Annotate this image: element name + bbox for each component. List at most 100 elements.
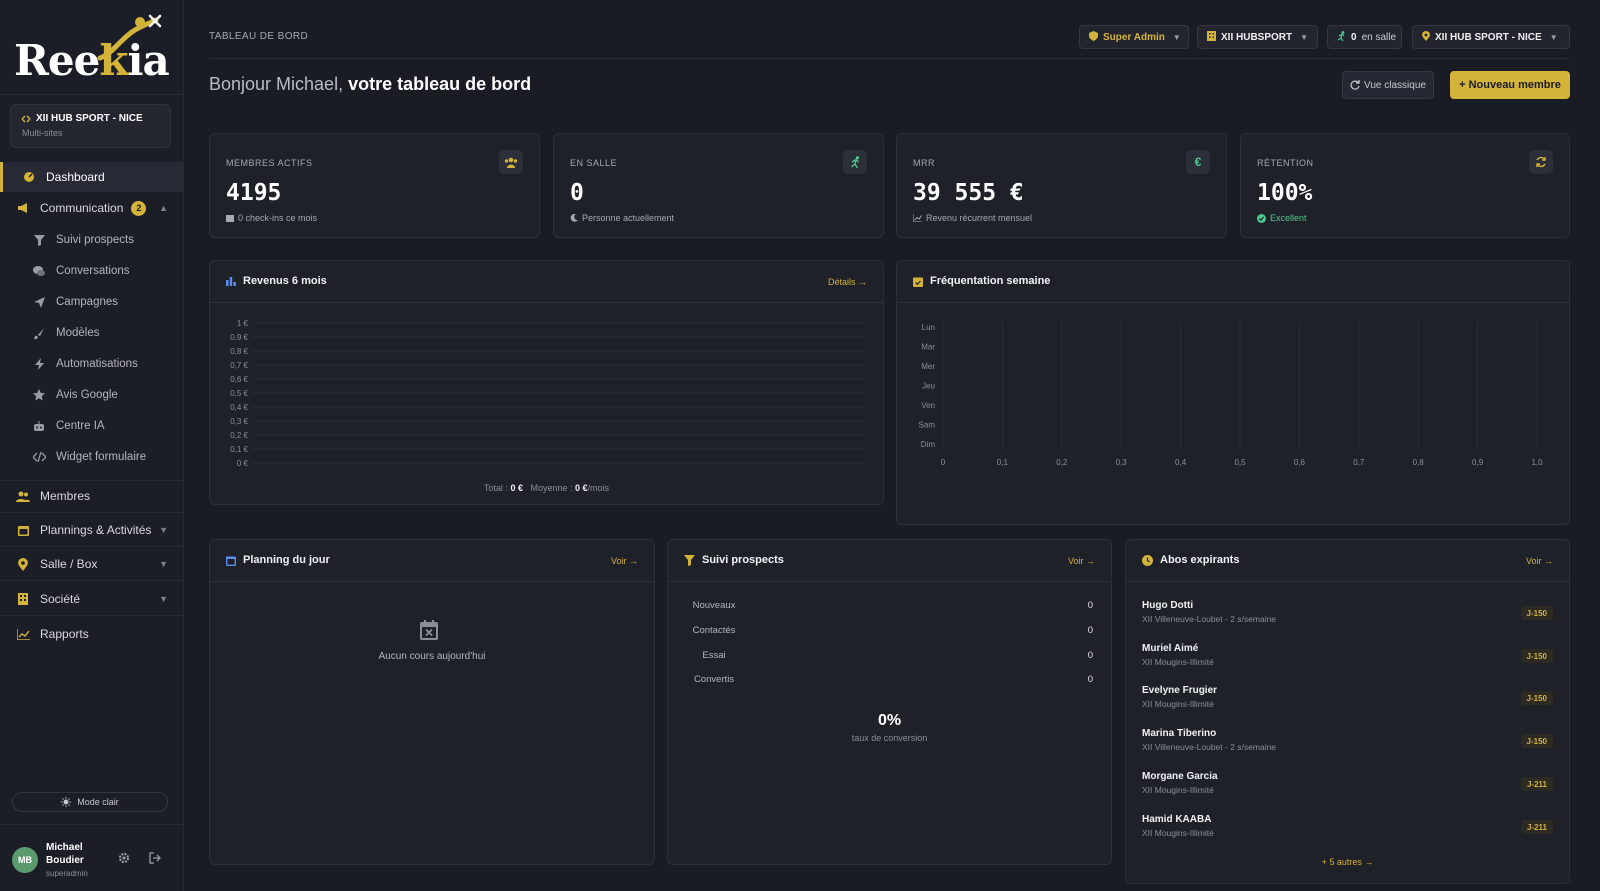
paper-plane-icon	[32, 295, 46, 309]
conversion-label: taux de conversion	[851, 733, 928, 743]
org-selector[interactable]: XII HUBSPORT ▼	[1197, 25, 1318, 49]
x-tick-label: 0	[941, 458, 946, 467]
site-name: XII HUB SPORT - NICE	[21, 113, 160, 124]
list-item[interactable]: Muriel Aimé XII Mougins-Illimité J-150	[1142, 643, 1553, 679]
sidebar-item-centre-ia[interactable]: Centre IA	[0, 411, 184, 441]
sidebar-item-membres[interactable]: Membres	[0, 481, 184, 511]
divider	[1126, 581, 1569, 582]
refresh-icon	[1529, 150, 1553, 174]
view-subscriptions-link[interactable]: Voir →	[1526, 556, 1553, 566]
avatar[interactable]: MB	[12, 847, 38, 873]
member-subscription: XII Mougins-Illimité	[1142, 785, 1214, 795]
list-item[interactable]: Hamid KAABA XII Mougins-Illimité J-211	[1142, 814, 1553, 850]
sidebar-item-rapports[interactable]: Rapports	[0, 619, 184, 649]
light-mode-toggle[interactable]: Mode clair	[12, 792, 168, 812]
in-gym-label: en salle	[1361, 31, 1397, 43]
filter-icon	[684, 554, 695, 566]
empty-state-text: Aucun cours aujourd'hui	[378, 651, 486, 662]
total-label: Total :	[483, 483, 508, 493]
panel-title-text: Abos expirants	[1160, 554, 1240, 566]
logo-text: Reekia	[14, 36, 170, 85]
panel-title-text: Suivi prospects	[702, 554, 784, 566]
x-tick-label: 0,4	[1175, 458, 1187, 467]
sidebar-item-salle-box[interactable]: Salle / Box ▼	[0, 549, 184, 579]
sidebar-item-plannings[interactable]: Plannings & Activités ▼	[0, 515, 184, 545]
code-icon	[32, 450, 46, 464]
list-item[interactable]: Morgane Garcia XII Mougins-Illimité J-21…	[1142, 771, 1553, 807]
x-tick-label: 0,2	[1056, 458, 1068, 467]
users-icon	[16, 489, 30, 503]
member-name: Marina Tiberino	[1142, 728, 1217, 739]
sidebar-item-label: Avis Google	[56, 389, 118, 401]
conversion-rate: 0%	[877, 712, 902, 729]
sidebar-item-label: Conversations	[56, 265, 130, 277]
calendar-check-icon	[913, 277, 923, 287]
chevron-up-icon: ▲	[159, 203, 168, 213]
stat-note: Excellent	[1257, 213, 1307, 223]
reekia-logo[interactable]: Reekia	[14, 14, 170, 85]
users-icon	[499, 150, 523, 174]
chart-line-icon	[913, 214, 922, 222]
view-planning-link[interactable]: Voir →	[611, 556, 638, 566]
list-item[interactable]: Evelyne Frugier XII Mougins-Illimité J-1…	[1142, 685, 1553, 721]
sidebar-item-suivi-prospects[interactable]: Suivi prospects	[0, 225, 184, 255]
org-label: XII HUBSPORT	[1221, 31, 1293, 43]
days-left-badge: J-150	[1520, 649, 1553, 663]
settings-button[interactable]	[118, 852, 130, 867]
more-link[interactable]: + 5 autres →	[1126, 857, 1569, 867]
role-selector[interactable]: Super Admin ▼	[1079, 25, 1189, 49]
panel-title-text: Revenus 6 mois	[243, 275, 327, 287]
y-tick-label: 0,8 €	[230, 347, 248, 356]
sidebar-item-modeles[interactable]: Modèles	[0, 318, 184, 348]
in-gym-count: 0	[1351, 31, 1357, 43]
list-item[interactable]: Hugo Dotti XII Villeneuve-Loubet - 2 s/s…	[1142, 600, 1553, 636]
brush-icon	[32, 326, 46, 340]
funnel-value: 0	[1087, 674, 1093, 685]
logout-button[interactable]	[149, 852, 161, 867]
x-tick-label: 0,6	[1294, 458, 1306, 467]
funnel-row: Convertis 0	[684, 674, 1093, 694]
y-tick-label: 0,9 €	[230, 333, 248, 342]
sidebar-item-label: Modèles	[56, 327, 100, 339]
site-selector[interactable]: XII HUB SPORT - NICE ▼	[1412, 25, 1570, 49]
sidebar-item-automatisations[interactable]: Automatisations	[0, 349, 184, 379]
page-title: Bonjour Michael, votre tableau de bord	[209, 74, 531, 95]
chevron-down-icon: ▼	[1172, 32, 1181, 42]
shield-icon	[1089, 30, 1098, 44]
days-left-badge: J-150	[1520, 734, 1553, 748]
filter-icon	[32, 233, 46, 247]
in-gym-indicator[interactable]: 0 en salle	[1327, 25, 1402, 49]
sidebar-item-societe[interactable]: Société ▼	[0, 584, 184, 614]
funnel-label: Contactés	[692, 625, 736, 636]
stat-label: MEMBRES ACTIFS	[226, 158, 313, 168]
sidebar-item-conversations[interactable]: Conversations	[0, 256, 184, 286]
megaphone-icon	[16, 201, 30, 215]
sidebar-item-label: Suivi prospects	[56, 234, 134, 246]
sidebar-item-communication[interactable]: Communication 2 ▲	[0, 193, 184, 223]
list-item[interactable]: Marina Tiberino XII Villeneuve-Loubet - …	[1142, 728, 1553, 764]
divider	[0, 580, 184, 581]
new-member-button[interactable]: + Nouveau membre	[1450, 71, 1570, 99]
y-tick-label: 1 €	[237, 319, 249, 328]
y-category-label: Ven	[921, 401, 935, 410]
revenue-panel: Revenus 6 mois Détails → 1 € 0,9 € 0,8 € 0,…	[209, 260, 884, 505]
funnel-value: 0	[1087, 600, 1093, 611]
details-link[interactable]: Détails →	[828, 277, 867, 287]
sidebar-item-avis-google[interactable]: Avis Google	[0, 380, 184, 410]
sidebar-item-widget-formulaire[interactable]: Widget formulaire	[0, 442, 184, 472]
robot-icon	[32, 419, 46, 433]
sidebar-item-campagnes[interactable]: Campagnes	[0, 287, 184, 317]
user-role: superadmin	[46, 869, 88, 878]
panel-title: Revenus 6 mois	[226, 275, 327, 287]
clock-icon	[1142, 554, 1153, 566]
greeting-light: Bonjour Michael,	[209, 74, 344, 94]
member-name: Hugo Dotti	[1142, 600, 1194, 611]
site-switcher[interactable]: XII HUB SPORT - NICE Multi-sites	[10, 104, 171, 148]
sidebar-item-dashboard[interactable]: Dashboard	[0, 162, 184, 192]
y-category-label: Jeu	[922, 382, 935, 391]
view-prospects-link[interactable]: Voir →	[1068, 556, 1095, 566]
classic-view-button[interactable]: Vue classique	[1342, 71, 1434, 99]
y-tick-label: 0,5 €	[230, 389, 248, 398]
member-subscription: XII Mougins-Illimité	[1142, 828, 1214, 838]
y-tick-label: 0,2 €	[230, 431, 248, 440]
